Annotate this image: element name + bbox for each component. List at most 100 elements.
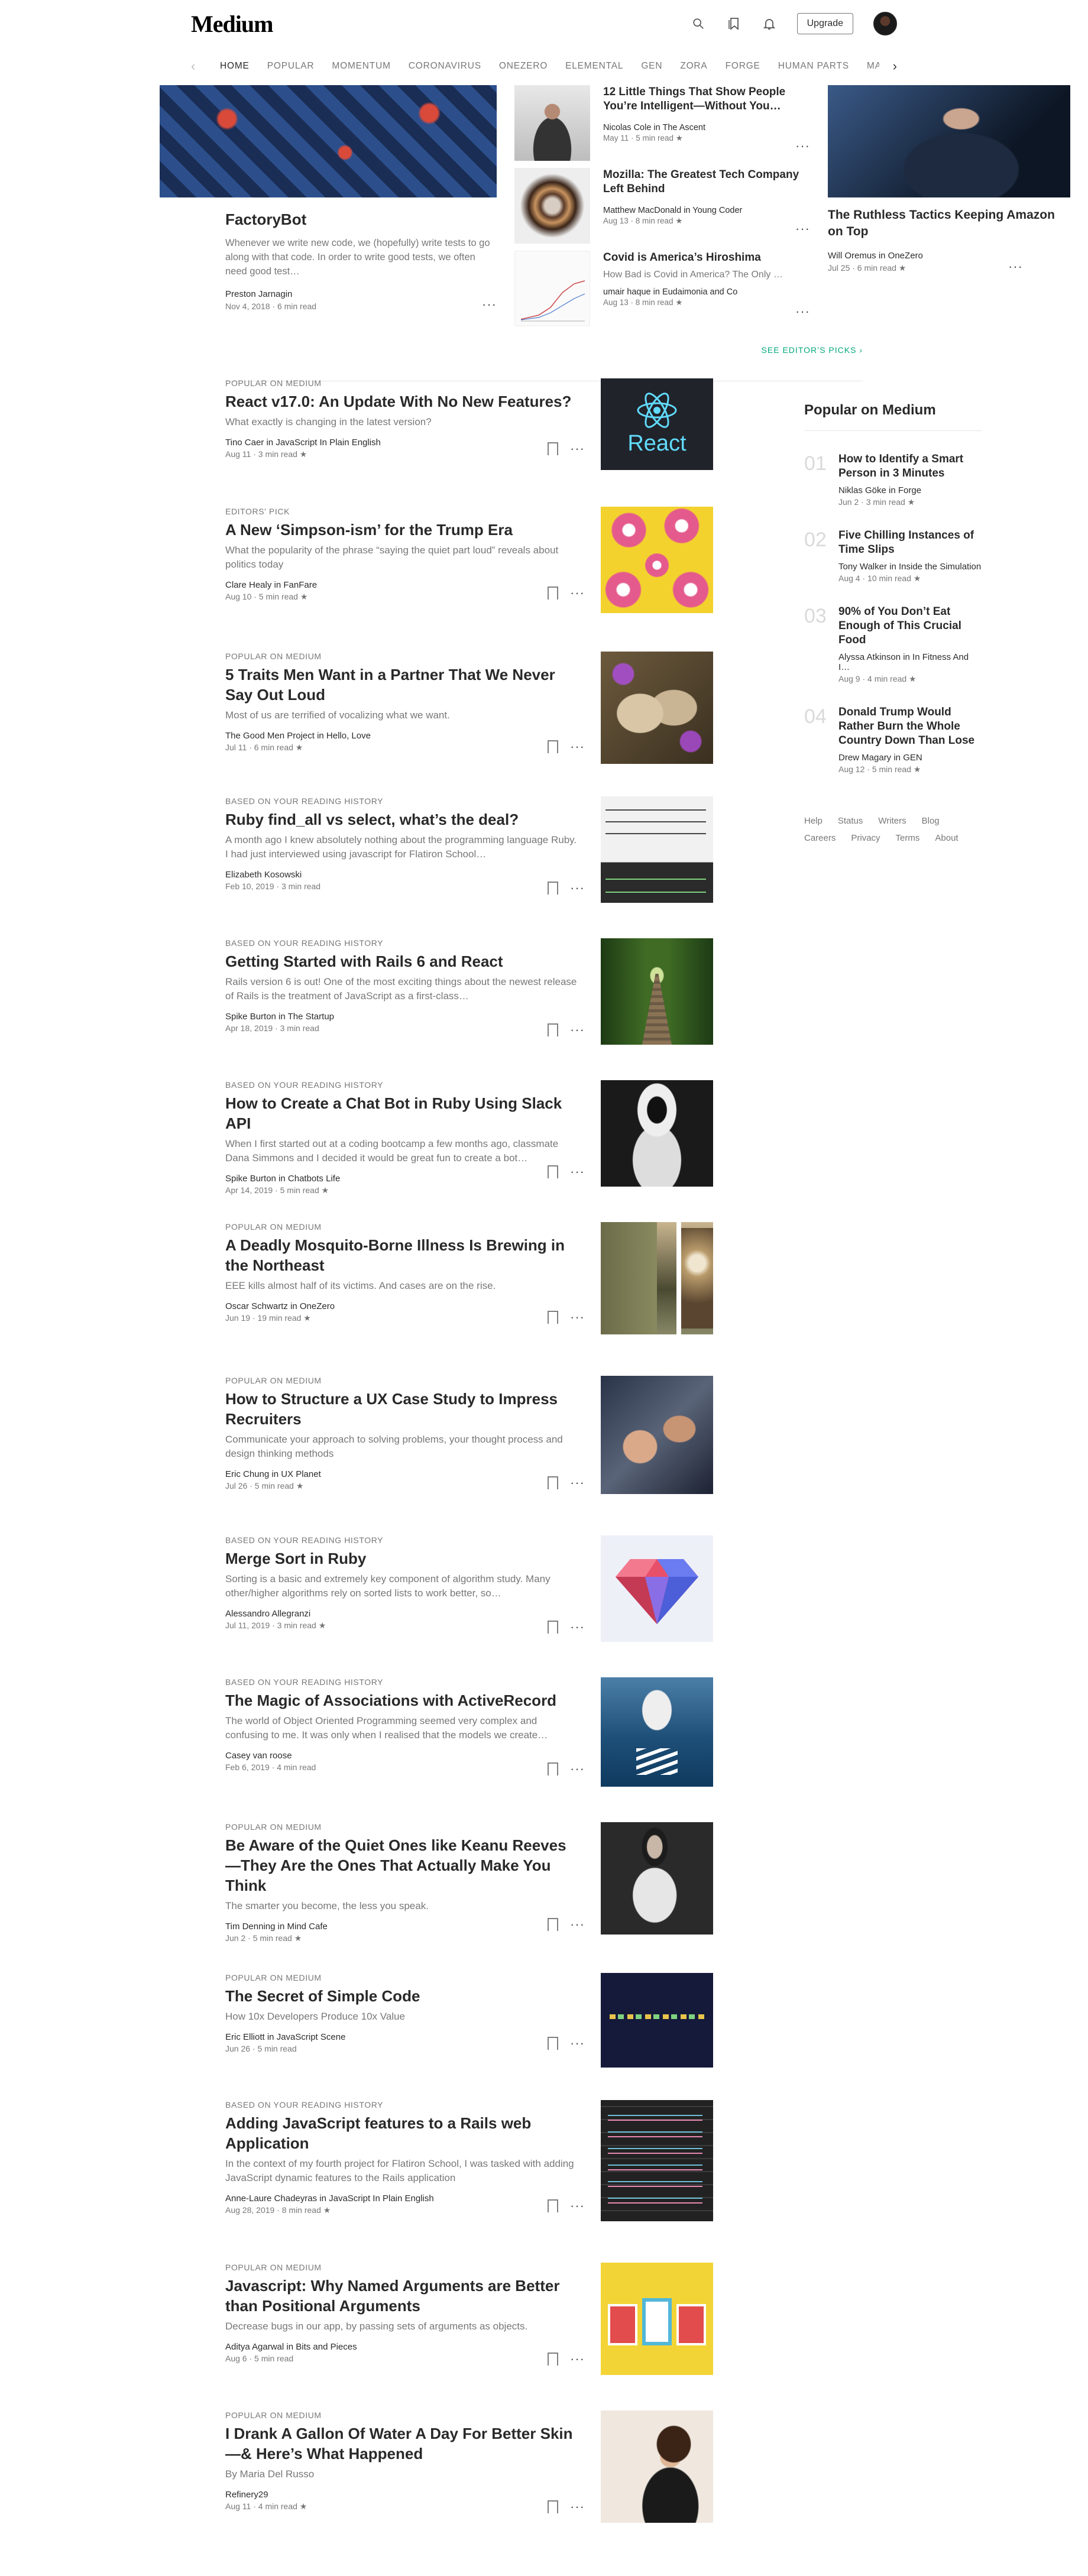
post-title[interactable]: Ruby find_all vs select, what’s the deal… bbox=[225, 809, 580, 829]
search-icon[interactable] bbox=[691, 16, 706, 31]
more-options-icon[interactable]: ··· bbox=[795, 140, 810, 153]
notifications-bell-icon[interactable] bbox=[762, 16, 777, 31]
bookmark-icon[interactable] bbox=[548, 740, 558, 754]
more-options-icon[interactable]: ··· bbox=[570, 1621, 585, 1634]
post-image[interactable] bbox=[601, 1080, 713, 1187]
bookmark-icon[interactable] bbox=[548, 1311, 558, 1324]
post-image[interactable] bbox=[601, 1222, 713, 1334]
bookmark-icon[interactable] bbox=[548, 1918, 558, 1932]
nav-item-forge[interactable]: FORGE bbox=[717, 61, 769, 72]
sidebar-story-title[interactable]: Donald Trump Would Rather Burn the Whole… bbox=[838, 705, 982, 748]
nav-scroll-right-icon[interactable]: › bbox=[879, 59, 897, 74]
nav-item-onezero[interactable]: ONEZERO bbox=[490, 61, 556, 72]
post-title[interactable]: React v17.0: An Update With No New Featu… bbox=[225, 391, 580, 411]
bookmark-icon[interactable] bbox=[548, 442, 558, 456]
more-options-icon[interactable]: ··· bbox=[570, 1165, 585, 1178]
story-thumbnail[interactable] bbox=[514, 85, 590, 161]
more-options-icon[interactable]: ··· bbox=[570, 1023, 585, 1036]
more-options-icon[interactable]: ··· bbox=[795, 222, 810, 235]
post-image[interactable] bbox=[601, 938, 713, 1045]
more-options-icon[interactable]: ··· bbox=[570, 1762, 585, 1775]
sidebar-story-author[interactable]: Alyssa Atkinson in In Fitness And I… bbox=[838, 652, 982, 672]
story-author[interactable]: umair haque in Eudaimonia and Co bbox=[603, 287, 810, 297]
feed-post[interactable]: POPULAR ON MEDIUM Be Aware of the Quiet … bbox=[225, 1822, 716, 1973]
feed-post[interactable]: BASED ON YOUR READING HISTORY How to Cre… bbox=[225, 1080, 716, 1222]
feed-post[interactable]: BASED ON YOUR READING HISTORY Getting St… bbox=[225, 938, 716, 1080]
post-title[interactable]: Adding JavaScript features to a Rails we… bbox=[225, 2113, 580, 2153]
more-options-icon[interactable]: ··· bbox=[570, 740, 585, 753]
post-image[interactable] bbox=[601, 507, 713, 613]
story-author[interactable]: Matthew MacDonald in Young Coder bbox=[603, 206, 810, 215]
sidebar-story-title[interactable]: How to Identify a Smart Person in 3 Minu… bbox=[838, 452, 982, 481]
nav-item-home[interactable]: HOME bbox=[211, 61, 258, 72]
hero-main-story[interactable]: FactoryBot Whenever we write new code, w… bbox=[160, 85, 497, 311]
hero-right-story[interactable]: The Ruthless Tactics Keeping Amazon on T… bbox=[828, 85, 1070, 273]
post-image[interactable] bbox=[601, 796, 713, 903]
nav-item-zora[interactable]: ZORA bbox=[671, 61, 716, 72]
story-thumbnail[interactable] bbox=[514, 251, 590, 326]
feed-post[interactable]: POPULAR ON MEDIUM How to Structure a UX … bbox=[225, 1376, 716, 1535]
feed-post[interactable]: BASED ON YOUR READING HISTORY Ruby find_… bbox=[225, 796, 716, 938]
bookmark-icon[interactable] bbox=[548, 1762, 558, 1776]
feed-post[interactable]: POPULAR ON MEDIUM I Drank A Gallon Of Wa… bbox=[225, 2410, 716, 2558]
more-options-icon[interactable]: ··· bbox=[570, 442, 585, 455]
more-options-icon[interactable]: ··· bbox=[570, 587, 585, 600]
footer-link-about[interactable]: About bbox=[935, 833, 958, 843]
hero-main-author[interactable]: Preston Jarnagin bbox=[225, 289, 316, 299]
post-title[interactable]: Be Aware of the Quiet Ones like Keanu Re… bbox=[225, 1835, 580, 1895]
nav-item-elemental[interactable]: ELEMENTAL bbox=[556, 61, 632, 72]
footer-link-terms[interactable]: Terms bbox=[896, 833, 920, 843]
footer-link-status[interactable]: Status bbox=[838, 816, 863, 826]
bookmark-icon[interactable] bbox=[548, 1621, 558, 1634]
post-image[interactable] bbox=[601, 2100, 713, 2221]
sidebar-story-author[interactable]: Drew Magary in GEN bbox=[838, 753, 982, 763]
bookmark-icon[interactable] bbox=[548, 2037, 558, 2050]
feed-post[interactable]: POPULAR ON MEDIUM The Secret of Simple C… bbox=[225, 1973, 716, 2100]
bookmark-icon[interactable] bbox=[548, 2500, 558, 2514]
feed-post[interactable]: POPULAR ON MEDIUM Javascript: Why Named … bbox=[225, 2263, 716, 2410]
hero-right-author[interactable]: Will Oremus in OneZero bbox=[828, 251, 923, 261]
more-options-icon[interactable]: ··· bbox=[570, 2199, 585, 2212]
story-thumbnail[interactable] bbox=[514, 168, 590, 244]
more-options-icon[interactable]: ··· bbox=[570, 1311, 585, 1324]
see-editors-picks-link[interactable]: SEE EDITOR’S PICKS › bbox=[762, 345, 863, 355]
feed-post[interactable]: POPULAR ON MEDIUM A Deadly Mosquito-Born… bbox=[225, 1222, 716, 1376]
post-title[interactable]: How to Structure a UX Case Study to Impr… bbox=[225, 1389, 580, 1429]
feed-post[interactable]: POPULAR ON MEDIUM React v17.0: An Update… bbox=[225, 378, 716, 507]
post-image[interactable] bbox=[601, 652, 713, 764]
hero-middle-story[interactable]: Covid is America’s Hiroshima How Bad is … bbox=[514, 251, 810, 333]
post-image[interactable] bbox=[601, 1822, 713, 1935]
bookmark-icon[interactable] bbox=[548, 1165, 558, 1179]
nav-item-momentum[interactable]: MOMENTUM bbox=[323, 61, 399, 72]
post-image[interactable] bbox=[601, 1535, 713, 1642]
story-title[interactable]: Mozilla: The Greatest Tech Company Left … bbox=[603, 168, 810, 196]
nav-item-popular[interactable]: POPULAR bbox=[258, 61, 323, 72]
feed-post[interactable]: POPULAR ON MEDIUM 5 Traits Men Want in a… bbox=[225, 652, 716, 796]
post-title[interactable]: A Deadly Mosquito-Borne Illness Is Brewi… bbox=[225, 1235, 580, 1275]
post-title[interactable]: The Secret of Simple Code bbox=[225, 1986, 580, 2006]
post-title[interactable]: Merge Sort in Ruby bbox=[225, 1548, 580, 1569]
story-title[interactable]: 12 Little Things That Show People You’re… bbox=[603, 85, 810, 114]
nav-item-coronavirus[interactable]: CORONAVIRUS bbox=[400, 61, 490, 72]
footer-link-privacy[interactable]: Privacy bbox=[851, 833, 880, 843]
hero-right-image[interactable] bbox=[828, 85, 1070, 197]
post-image[interactable] bbox=[601, 1376, 713, 1494]
upgrade-button[interactable]: Upgrade bbox=[796, 13, 853, 34]
story-author[interactable]: Nicolas Cole in The Ascent bbox=[603, 123, 810, 132]
post-title[interactable]: I Drank A Gallon Of Water A Day For Bett… bbox=[225, 2423, 580, 2464]
footer-link-careers[interactable]: Careers bbox=[804, 833, 836, 843]
post-image[interactable]: React bbox=[601, 378, 713, 470]
more-options-icon[interactable]: ··· bbox=[570, 2500, 585, 2513]
post-image[interactable] bbox=[601, 2263, 713, 2375]
story-title[interactable]: Covid is America’s Hiroshima bbox=[603, 251, 810, 265]
nav-item-gen[interactable]: GEN bbox=[632, 61, 671, 72]
post-title[interactable]: Javascript: Why Named Arguments are Bett… bbox=[225, 2276, 580, 2316]
medium-logo[interactable]: Medium bbox=[191, 10, 273, 38]
footer-link-writers[interactable]: Writers bbox=[878, 816, 906, 826]
sidebar-story[interactable]: 02 Five Chilling Instances of Time Slips… bbox=[804, 529, 982, 584]
bookmark-icon[interactable] bbox=[548, 2199, 558, 2213]
hero-main-title[interactable]: FactoryBot bbox=[225, 210, 497, 229]
footer-link-help[interactable]: Help bbox=[804, 816, 823, 826]
feed-post[interactable]: BASED ON YOUR READING HISTORY Merge Sort… bbox=[225, 1535, 716, 1677]
feed-post[interactable]: EDITORS' PICK A New ‘Simpson-ism’ for th… bbox=[225, 507, 716, 652]
